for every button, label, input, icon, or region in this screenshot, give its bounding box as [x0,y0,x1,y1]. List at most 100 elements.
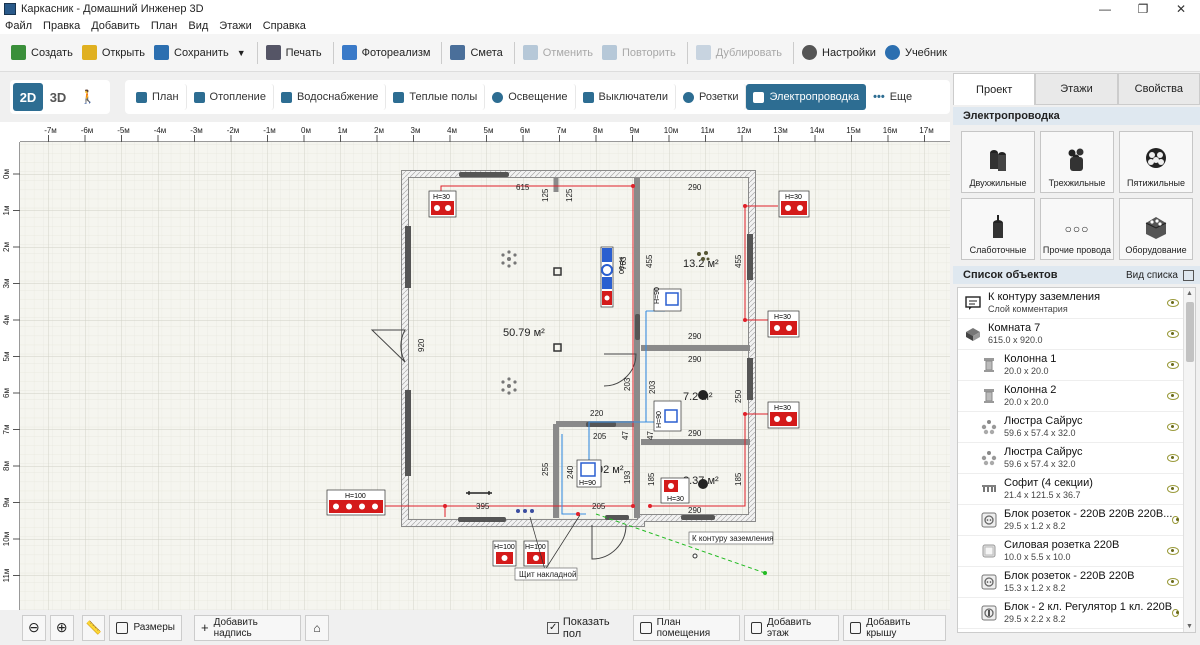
save-button[interactable]: Сохранить ▼ [151,40,252,66]
layer-tab-floor-heating[interactable]: Теплые полы [386,84,486,110]
list-item[interactable]: Комната 7 615.0 x 920.0 [958,319,1195,350]
layer-tab-more[interactable]: ••• Еще [866,84,919,110]
visibility-eye-icon[interactable] [1172,609,1179,617]
show-floor-checkbox[interactable]: ✓ Показать пол [547,616,627,640]
create-button[interactable]: Создать [8,40,79,66]
scroll-up-icon[interactable]: ▲ [1186,290,1193,297]
list-item[interactable]: Силовая розетка 220В 10.0 x 5.5 x 10.0 [958,536,1195,567]
layer-tab-wiring[interactable]: Электропроводка [746,84,867,110]
settings-button[interactable]: Настройки [799,40,882,66]
print-button[interactable]: Печать [263,40,328,66]
add-label-button[interactable]: + Добавить надпись [194,614,301,641]
visibility-eye-icon[interactable] [1167,361,1179,369]
visibility-eye-icon[interactable] [1167,330,1179,338]
add-roof-button[interactable]: Добавить крышу [842,614,947,641]
list-item[interactable]: Люстра Сайрус 59.6 x 57.4 x 32.0 [958,443,1195,474]
visibility-eye-icon[interactable] [1167,485,1179,493]
list-item[interactable]: Блок розеток - 220В 220В 15.3 x 1.2 x 8.2 [958,567,1195,598]
visibility-eye-icon[interactable] [1167,578,1179,586]
walk-mode-icon[interactable]: 🚶 [73,83,103,111]
list-scrollbar[interactable]: ▲ ▼ [1183,288,1195,632]
five-core-wire-button[interactable]: Пятижильные [1119,131,1193,193]
photoreal-button[interactable]: Фотореализм [339,40,437,66]
svg-text:240: 240 [566,465,575,479]
ruler-button[interactable]: 📏 [81,614,106,641]
heating-icon [193,91,205,103]
svg-text:290: 290 [688,506,702,515]
close-button[interactable]: ✕ [1162,2,1200,16]
menu-view[interactable]: Вид [188,20,208,32]
tab-floors[interactable]: Этажи [1035,73,1118,105]
layer-tab-lighting[interactable]: Освещение [485,84,576,110]
low-current-wire-button[interactable]: Слаботочные [961,198,1035,260]
plan-canvas[interactable]: -7м -6м -5м -4м -3м -2м -1м 0м 1м 2м 3м 4м 5м 6м 7м 8м 9… [0,122,950,610]
equipment-button[interactable]: Оборудование [1119,198,1193,260]
menu-edit[interactable]: Правка [43,20,80,32]
estimate-button[interactable]: Смета [447,40,508,66]
list-item[interactable]: Люстра Сайрус 59.6 x 57.4 x 32.0 [958,412,1195,443]
ruler-label: 10м [2,532,11,546]
list-view-button[interactable]: Вид списка [1126,269,1194,281]
layer-tab-water[interactable]: Водоснабжение [274,84,387,110]
save-dropdown-icon[interactable]: ▼ [237,48,246,58]
mode-3d-button[interactable]: 3D [43,83,73,111]
menu-floors[interactable]: Этажи [219,20,251,32]
ground-callout[interactable]: К контуру заземления [688,531,773,545]
minimize-button[interactable]: — [1086,2,1124,16]
add-floor-button[interactable]: Добавить этаж [743,614,839,641]
svg-text:185: 185 [647,472,656,486]
three-core-wire-button[interactable]: Трехжильные [1040,131,1114,193]
tab-properties[interactable]: Свойства [1117,73,1200,105]
visibility-eye-icon[interactable] [1167,423,1179,431]
dimensions-button[interactable]: Размеры [109,614,182,641]
room-plan-button[interactable]: План помещения [633,614,740,641]
mode-2d-button[interactable]: 2D [13,83,43,111]
list-item[interactable]: Колонна 2 20.0 x 20.0 [958,381,1195,412]
tab-project[interactable]: Проект [953,73,1036,105]
layer-tab-plan[interactable]: План [129,84,187,110]
layer-tab-heating[interactable]: Отопление [187,84,274,110]
duplicate-button[interactable]: Дублировать [693,40,788,66]
visibility-eye-icon[interactable] [1167,547,1179,555]
layer-tab-sockets[interactable]: Розетки [676,84,747,110]
ruler-label: 11м [2,569,11,583]
zoom-in-button[interactable]: ⊕ [49,614,74,641]
menu-help[interactable]: Справка [263,20,306,32]
other-wires-button[interactable]: ○○○ Прочие провода [1040,198,1114,260]
tutorial-button[interactable]: Учебник [882,40,953,66]
menu-add[interactable]: Добавить [91,20,140,32]
toolbar-divider [793,41,795,64]
drawing-area[interactable] [20,142,950,610]
ruler-label: 8м [593,126,603,135]
visibility-eye-icon[interactable] [1167,454,1179,462]
scroll-thumb[interactable] [1186,302,1194,362]
list-item[interactable]: Блок - 2 кл. Регулятор 1 кл. 220В 29.5 x … [958,598,1195,629]
visibility-eye-icon[interactable] [1167,299,1179,307]
list-item[interactable]: Блок розеток - 220В 220В 220В... 29.5 x 1… [958,505,1195,536]
open-button[interactable]: Открыть [79,40,151,66]
ruler-label: 14м [810,126,824,135]
visibility-eye-icon[interactable] [1172,516,1179,524]
maximize-button[interactable]: ❐ [1124,2,1162,16]
list-item[interactable]: Софит (4 секции) 21.4 x 121.5 x 36.7 [958,474,1195,505]
layer-tab-switches[interactable]: Выключатели [576,84,676,110]
svg-text:H=100: H=100 [494,544,515,551]
right-panel: Проект Этажи Свойства Электропроводка Дв… [953,73,1200,645]
window-title: Каркасник - Домашний Инженер 3D [21,3,204,15]
home-button[interactable]: ⌂ [304,614,330,641]
svg-text:H=90: H=90 [656,411,663,428]
svg-text:455: 455 [645,254,654,268]
undo-button[interactable]: Отменить [520,40,599,66]
visibility-eye-icon[interactable] [1167,392,1179,400]
svg-text:7.2 м²: 7.2 м² [683,391,713,403]
list-item[interactable]: К контуру заземления Слой комментария [958,288,1195,319]
list-item[interactable]: Колонна 1 20.0 x 20.0 [958,350,1195,381]
menu-plan[interactable]: План [151,20,178,32]
svg-text:125: 125 [541,188,550,202]
menu-file[interactable]: Файл [5,20,32,32]
scroll-down-icon[interactable]: ▼ [1186,623,1193,630]
two-core-wire-button[interactable]: Двухжильные [961,131,1035,193]
ruler-label: 17м [919,126,933,135]
zoom-out-button[interactable]: ⊖ [22,614,46,641]
redo-button[interactable]: Повторить [599,40,682,66]
